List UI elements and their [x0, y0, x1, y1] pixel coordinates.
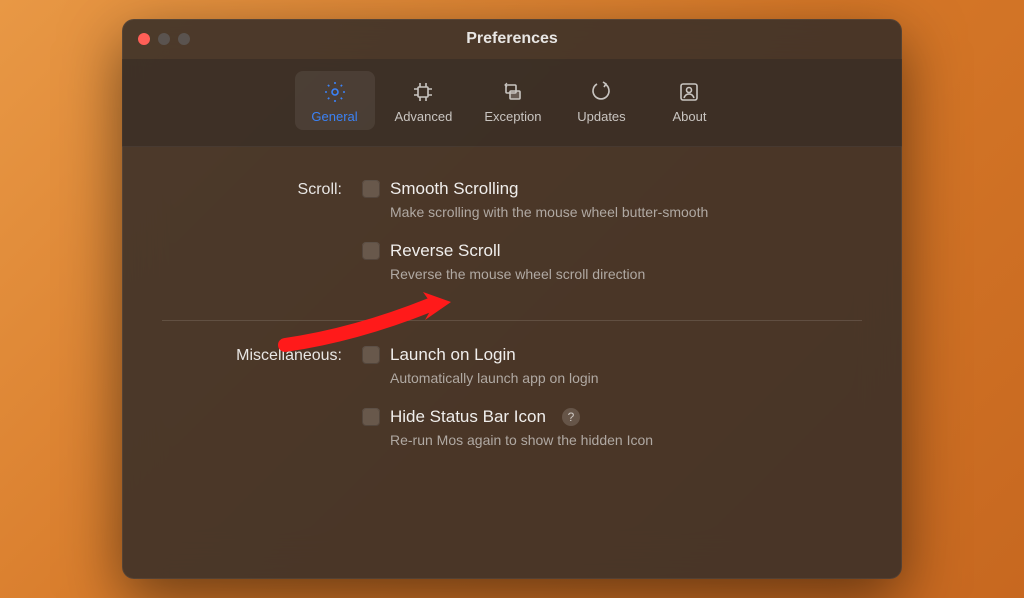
toolbar: General Advanced Exception Updates About: [122, 59, 902, 147]
tab-about[interactable]: About: [649, 71, 729, 130]
section-label-misc: Miscellaneous:: [162, 345, 362, 468]
option-smooth-scrolling: Smooth Scrolling Make scrolling with the…: [362, 179, 862, 223]
option-title: Launch on Login: [390, 345, 516, 365]
tab-general[interactable]: General: [295, 71, 375, 130]
checkbox-launch-on-login[interactable]: [362, 346, 380, 364]
option-title: Reverse Scroll: [390, 241, 501, 261]
option-launch-on-login: Launch on Login Automatically launch app…: [362, 345, 862, 389]
option-desc: Reverse the mouse wheel scroll direction: [390, 265, 750, 285]
person-icon: [676, 79, 702, 105]
window-title: Preferences: [122, 30, 902, 48]
preferences-window: Preferences General Advanced Exception U…: [122, 19, 902, 579]
section-body: Smooth Scrolling Make scrolling with the…: [362, 179, 862, 302]
gear-icon: [322, 79, 348, 105]
titlebar: Preferences: [122, 19, 902, 59]
tab-exception[interactable]: Exception: [472, 71, 553, 130]
minimize-button[interactable]: [158, 33, 170, 45]
chip-icon: [410, 79, 436, 105]
option-title: Smooth Scrolling: [390, 179, 519, 199]
tab-label: Exception: [484, 109, 541, 124]
windows-icon: [500, 79, 526, 105]
tab-advanced[interactable]: Advanced: [383, 71, 465, 130]
tab-label: General: [311, 109, 357, 124]
traffic-lights: [122, 33, 190, 45]
option-hide-status-bar: Hide Status Bar Icon ? Re-run Mos again …: [362, 407, 862, 451]
option-desc: Automatically launch app on login: [390, 369, 750, 389]
refresh-icon: [588, 79, 614, 105]
help-icon[interactable]: ?: [562, 408, 580, 426]
checkbox-hide-status-bar[interactable]: [362, 408, 380, 426]
close-button[interactable]: [138, 33, 150, 45]
tab-label: Updates: [577, 109, 625, 124]
option-desc: Re-run Mos again to show the hidden Icon: [390, 431, 750, 451]
section-body: Launch on Login Automatically launch app…: [362, 345, 862, 468]
tab-label: Advanced: [395, 109, 453, 124]
checkbox-smooth-scrolling[interactable]: [362, 180, 380, 198]
option-desc: Make scrolling with the mouse wheel butt…: [390, 203, 750, 223]
divider: [162, 320, 862, 321]
checkbox-reverse-scroll[interactable]: [362, 242, 380, 260]
section-miscellaneous: Miscellaneous: Launch on Login Automatic…: [162, 341, 862, 472]
tab-updates[interactable]: Updates: [561, 71, 641, 130]
option-title: Hide Status Bar Icon: [390, 407, 546, 427]
maximize-button[interactable]: [178, 33, 190, 45]
content-pane: Scroll: Smooth Scrolling Make scrolling …: [122, 147, 902, 579]
section-scroll: Scroll: Smooth Scrolling Make scrolling …: [162, 175, 862, 306]
tab-label: About: [672, 109, 706, 124]
section-label-scroll: Scroll:: [162, 179, 362, 302]
option-reverse-scroll: Reverse Scroll Reverse the mouse wheel s…: [362, 241, 862, 285]
